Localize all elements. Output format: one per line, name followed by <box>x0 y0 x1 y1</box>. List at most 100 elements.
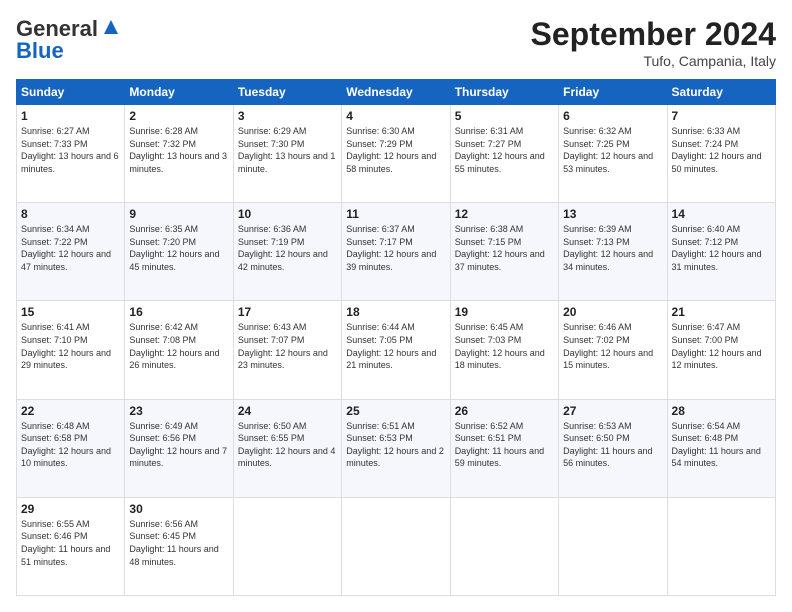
table-row: 15 Sunrise: 6:41 AM Sunset: 7:10 PM Dayl… <box>17 301 125 399</box>
table-row: 13 Sunrise: 6:39 AM Sunset: 7:13 PM Dayl… <box>559 203 667 301</box>
table-row: 10 Sunrise: 6:36 AM Sunset: 7:19 PM Dayl… <box>233 203 341 301</box>
cell-info: Sunrise: 6:34 AM Sunset: 7:22 PM Dayligh… <box>21 223 120 273</box>
day-number: 6 <box>563 109 662 123</box>
day-number: 9 <box>129 207 228 221</box>
cell-info: Sunrise: 6:40 AM Sunset: 7:12 PM Dayligh… <box>672 223 771 273</box>
table-row <box>559 497 667 595</box>
day-number: 1 <box>21 109 120 123</box>
col-thursday: Thursday <box>450 80 558 105</box>
table-row: 19 Sunrise: 6:45 AM Sunset: 7:03 PM Dayl… <box>450 301 558 399</box>
cell-info: Sunrise: 6:45 AM Sunset: 7:03 PM Dayligh… <box>455 321 554 371</box>
day-number: 11 <box>346 207 445 221</box>
day-number: 8 <box>21 207 120 221</box>
cell-info: Sunrise: 6:46 AM Sunset: 7:02 PM Dayligh… <box>563 321 662 371</box>
table-row: 26 Sunrise: 6:52 AM Sunset: 6:51 PM Dayl… <box>450 399 558 497</box>
day-number: 23 <box>129 404 228 418</box>
table-row <box>342 497 450 595</box>
table-row: 8 Sunrise: 6:34 AM Sunset: 7:22 PM Dayli… <box>17 203 125 301</box>
col-friday: Friday <box>559 80 667 105</box>
calendar-table: Sunday Monday Tuesday Wednesday Thursday… <box>16 79 776 596</box>
cell-info: Sunrise: 6:39 AM Sunset: 7:13 PM Dayligh… <box>563 223 662 273</box>
table-row: 4 Sunrise: 6:30 AM Sunset: 7:29 PM Dayli… <box>342 105 450 203</box>
cell-info: Sunrise: 6:52 AM Sunset: 6:51 PM Dayligh… <box>455 420 554 470</box>
day-number: 25 <box>346 404 445 418</box>
day-number: 20 <box>563 305 662 319</box>
col-sunday: Sunday <box>17 80 125 105</box>
calendar-header-row: Sunday Monday Tuesday Wednesday Thursday… <box>17 80 776 105</box>
day-number: 18 <box>346 305 445 319</box>
table-row <box>450 497 558 595</box>
month-title: September 2024 <box>531 16 776 53</box>
day-number: 27 <box>563 404 662 418</box>
cell-info: Sunrise: 6:28 AM Sunset: 7:32 PM Dayligh… <box>129 125 228 175</box>
cell-info: Sunrise: 6:42 AM Sunset: 7:08 PM Dayligh… <box>129 321 228 371</box>
cell-info: Sunrise: 6:32 AM Sunset: 7:25 PM Dayligh… <box>563 125 662 175</box>
table-row: 16 Sunrise: 6:42 AM Sunset: 7:08 PM Dayl… <box>125 301 233 399</box>
cell-info: Sunrise: 6:33 AM Sunset: 7:24 PM Dayligh… <box>672 125 771 175</box>
table-row: 1 Sunrise: 6:27 AM Sunset: 7:33 PM Dayli… <box>17 105 125 203</box>
cell-info: Sunrise: 6:47 AM Sunset: 7:00 PM Dayligh… <box>672 321 771 371</box>
table-row: 7 Sunrise: 6:33 AM Sunset: 7:24 PM Dayli… <box>667 105 775 203</box>
table-row: 9 Sunrise: 6:35 AM Sunset: 7:20 PM Dayli… <box>125 203 233 301</box>
day-number: 26 <box>455 404 554 418</box>
table-row: 12 Sunrise: 6:38 AM Sunset: 7:15 PM Dayl… <box>450 203 558 301</box>
table-row: 23 Sunrise: 6:49 AM Sunset: 6:56 PM Dayl… <box>125 399 233 497</box>
cell-info: Sunrise: 6:49 AM Sunset: 6:56 PM Dayligh… <box>129 420 228 470</box>
day-number: 30 <box>129 502 228 516</box>
table-row: 14 Sunrise: 6:40 AM Sunset: 7:12 PM Dayl… <box>667 203 775 301</box>
col-tuesday: Tuesday <box>233 80 341 105</box>
table-row: 25 Sunrise: 6:51 AM Sunset: 6:53 PM Dayl… <box>342 399 450 497</box>
cell-info: Sunrise: 6:41 AM Sunset: 7:10 PM Dayligh… <box>21 321 120 371</box>
cell-info: Sunrise: 6:36 AM Sunset: 7:19 PM Dayligh… <box>238 223 337 273</box>
cell-info: Sunrise: 6:27 AM Sunset: 7:33 PM Dayligh… <box>21 125 120 175</box>
cell-info: Sunrise: 6:56 AM Sunset: 6:45 PM Dayligh… <box>129 518 228 568</box>
day-number: 17 <box>238 305 337 319</box>
day-number: 15 <box>21 305 120 319</box>
day-number: 19 <box>455 305 554 319</box>
logo: General Blue <box>16 16 122 64</box>
cell-info: Sunrise: 6:44 AM Sunset: 7:05 PM Dayligh… <box>346 321 445 371</box>
day-number: 12 <box>455 207 554 221</box>
table-row: 2 Sunrise: 6:28 AM Sunset: 7:32 PM Dayli… <box>125 105 233 203</box>
day-number: 21 <box>672 305 771 319</box>
day-number: 16 <box>129 305 228 319</box>
calendar-week-row: 8 Sunrise: 6:34 AM Sunset: 7:22 PM Dayli… <box>17 203 776 301</box>
cell-info: Sunrise: 6:48 AM Sunset: 6:58 PM Dayligh… <box>21 420 120 470</box>
day-number: 24 <box>238 404 337 418</box>
cell-info: Sunrise: 6:31 AM Sunset: 7:27 PM Dayligh… <box>455 125 554 175</box>
table-row: 20 Sunrise: 6:46 AM Sunset: 7:02 PM Dayl… <box>559 301 667 399</box>
day-number: 29 <box>21 502 120 516</box>
cell-info: Sunrise: 6:37 AM Sunset: 7:17 PM Dayligh… <box>346 223 445 273</box>
header: General Blue September 2024 Tufo, Campan… <box>16 16 776 69</box>
cell-info: Sunrise: 6:30 AM Sunset: 7:29 PM Dayligh… <box>346 125 445 175</box>
table-row: 27 Sunrise: 6:53 AM Sunset: 6:50 PM Dayl… <box>559 399 667 497</box>
table-row: 17 Sunrise: 6:43 AM Sunset: 7:07 PM Dayl… <box>233 301 341 399</box>
table-row: 18 Sunrise: 6:44 AM Sunset: 7:05 PM Dayl… <box>342 301 450 399</box>
cell-info: Sunrise: 6:29 AM Sunset: 7:30 PM Dayligh… <box>238 125 337 175</box>
cell-info: Sunrise: 6:43 AM Sunset: 7:07 PM Dayligh… <box>238 321 337 371</box>
calendar-week-row: 1 Sunrise: 6:27 AM Sunset: 7:33 PM Dayli… <box>17 105 776 203</box>
col-wednesday: Wednesday <box>342 80 450 105</box>
day-number: 3 <box>238 109 337 123</box>
table-row: 24 Sunrise: 6:50 AM Sunset: 6:55 PM Dayl… <box>233 399 341 497</box>
table-row: 28 Sunrise: 6:54 AM Sunset: 6:48 PM Dayl… <box>667 399 775 497</box>
calendar-week-row: 22 Sunrise: 6:48 AM Sunset: 6:58 PM Dayl… <box>17 399 776 497</box>
table-row: 29 Sunrise: 6:55 AM Sunset: 6:46 PM Dayl… <box>17 497 125 595</box>
day-number: 13 <box>563 207 662 221</box>
day-number: 2 <box>129 109 228 123</box>
logo-icon <box>100 16 122 38</box>
table-row: 5 Sunrise: 6:31 AM Sunset: 7:27 PM Dayli… <box>450 105 558 203</box>
table-row: 30 Sunrise: 6:56 AM Sunset: 6:45 PM Dayl… <box>125 497 233 595</box>
day-number: 22 <box>21 404 120 418</box>
cell-info: Sunrise: 6:51 AM Sunset: 6:53 PM Dayligh… <box>346 420 445 470</box>
day-number: 7 <box>672 109 771 123</box>
table-row: 11 Sunrise: 6:37 AM Sunset: 7:17 PM Dayl… <box>342 203 450 301</box>
location-subtitle: Tufo, Campania, Italy <box>531 53 776 69</box>
cell-info: Sunrise: 6:53 AM Sunset: 6:50 PM Dayligh… <box>563 420 662 470</box>
cell-info: Sunrise: 6:55 AM Sunset: 6:46 PM Dayligh… <box>21 518 120 568</box>
table-row: 22 Sunrise: 6:48 AM Sunset: 6:58 PM Dayl… <box>17 399 125 497</box>
table-row: 6 Sunrise: 6:32 AM Sunset: 7:25 PM Dayli… <box>559 105 667 203</box>
cell-info: Sunrise: 6:54 AM Sunset: 6:48 PM Dayligh… <box>672 420 771 470</box>
day-number: 10 <box>238 207 337 221</box>
day-number: 28 <box>672 404 771 418</box>
